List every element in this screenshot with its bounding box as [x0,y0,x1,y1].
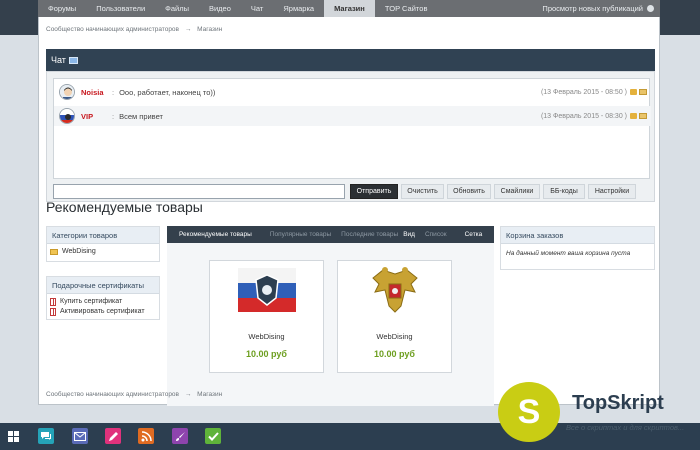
chat-icon[interactable] [38,428,54,444]
nav-files[interactable]: Файлы [155,0,199,17]
product-price: 10.00 руб [246,349,287,359]
chat-message: Noisia : Ооо, работает, наконец то)) (13… [54,82,651,102]
view-grid-button[interactable]: Сетка [465,231,483,238]
tab-latest[interactable]: Последние товары [336,231,403,238]
cart-title: Корзина заказов [501,227,654,244]
avatar[interactable] [59,84,75,100]
watermark-brand: TopSkript [572,392,664,414]
product-tabs: Рекомендуемые товары Популярные товары П… [167,226,494,243]
product-image[interactable] [371,266,419,318]
watermark-subtitle: Все о скриптах и для скриптов... [566,423,685,432]
breadcrumb-bottom: Сообщество начинающих администраторов → … [46,391,222,398]
tab-popular[interactable]: Популярные товары [265,231,336,238]
cart-box: Корзина заказов На данный момент ваша ко… [500,226,655,270]
chat-timestamp: (13 Февраль 2015 - 08:30 ) [540,112,627,120]
view-list-button[interactable]: Список [425,231,447,238]
check-icon[interactable] [205,428,221,444]
mail-icon[interactable] [72,428,88,444]
avatar[interactable] [59,108,75,124]
brush-icon[interactable] [172,428,188,444]
gift-certificates-title: Подарочные сертификаты [47,277,159,294]
chat-separator: : [112,87,115,97]
user-status-icon[interactable] [647,5,654,12]
chat-title: Чат [51,55,66,65]
settings-button[interactable]: Настройки [588,184,636,199]
clear-button[interactable]: Очистить [401,184,444,199]
chat-timestamp: (13 Февраль 2015 - 08:50 ) [540,88,627,96]
chat-message: VIP : Всем привет (13 Февраль 2015 - 08:… [54,106,651,126]
gift-label[interactable]: Купить сертификат [60,298,122,305]
chat-nickname[interactable]: Noisia [81,88,107,97]
breadcrumb-root[interactable]: Сообщество начинающих администраторов [46,391,179,398]
chat-message-text: Ооо, работает, наконец то)) [119,87,216,97]
refresh-button[interactable]: Обновить [447,184,491,199]
breadcrumb-separator: → [184,391,192,398]
gift-icon [50,307,56,316]
folder-icon[interactable] [639,89,647,95]
nav-shop[interactable]: Магазин [324,0,375,17]
product-card[interactable]: WebDising 10.00 руб [337,260,452,373]
breadcrumb-separator: → [184,26,192,33]
gift-icon [50,297,56,306]
smilies-button[interactable]: Смайлики [494,184,540,199]
categories-box: Категории товаров WebDising [46,226,160,262]
chat-popout-icon[interactable] [68,56,78,64]
pencil-icon[interactable] [105,428,121,444]
product-name[interactable]: WebDising [338,332,451,341]
gift-item-buy[interactable]: Купить сертификат [50,297,159,306]
send-button[interactable]: Отправить [350,184,398,199]
windows-start-icon[interactable] [8,431,20,443]
categories-title: Категории товаров [47,227,159,244]
rss-icon[interactable] [138,428,154,444]
nav-video[interactable]: Видео [199,0,241,17]
topskript-logo-icon: S [498,382,560,442]
chat-message-text: Всем привет [119,111,163,121]
product-image[interactable] [238,268,296,314]
breadcrumb-current: Магазин [197,391,223,398]
folder-icon[interactable] [639,113,647,119]
nav-top-sites[interactable]: TOP Сайтов [375,0,438,17]
top-navigation: Форумы Пользователи Файлы Видео Чат Ярма… [38,0,660,17]
product-name[interactable]: WebDising [210,332,323,341]
folder-icon [50,248,58,255]
cart-empty-text: На данный момент ваша корзина пуста [506,250,631,257]
product-card[interactable]: WebDising 10.00 руб [209,260,324,373]
tab-recommended[interactable]: Рекомендуемые товары [167,231,257,238]
category-item[interactable]: WebDising [50,247,159,256]
nav-forums[interactable]: Форумы [38,0,86,17]
nav-users[interactable]: Пользователи [86,0,155,17]
chat-panel: Noisia : Ооо, работает, наконец то)) (13… [46,71,655,202]
breadcrumb-root[interactable]: Сообщество начинающих администраторов [46,26,179,33]
product-grid: WebDising 10.00 руб WebDising 10.00 руб [167,243,494,406]
gift-label[interactable]: Активировать сертификат [60,308,145,315]
nav-fair[interactable]: Ярмарка [273,0,324,17]
gift-item-activate[interactable]: Активировать сертификат [50,307,159,316]
chat-nickname[interactable]: VIP [81,112,107,121]
chat-separator: : [112,111,115,121]
breadcrumb-current: Магазин [197,26,223,33]
page-title: Рекомендуемые товары [46,199,203,215]
chat-header: Чат [46,49,655,71]
products-panel: Рекомендуемые товары Популярные товары П… [167,226,494,406]
breadcrumb: Сообщество начинающих администраторов → … [46,26,222,33]
gift-certificates-box: Подарочные сертификаты Купить сертификат… [46,276,160,320]
chat-messages: Noisia : Ооо, работает, наконец то)) (13… [53,78,651,179]
nav-chat[interactable]: Чат [241,0,273,17]
logo-letter: S [517,392,541,431]
main-page: Сообщество начинающих администраторов → … [38,17,660,406]
edit-icon[interactable] [630,113,637,119]
new-posts-link[interactable]: Просмотр новых публикаций [542,4,643,13]
product-price: 10.00 руб [374,349,415,359]
view-label: Вид [403,231,415,238]
category-label[interactable]: WebDising [62,248,96,255]
chat-input[interactable] [53,184,345,199]
edit-icon[interactable] [630,89,637,95]
bbcodes-button[interactable]: ББ-коды [543,184,585,199]
